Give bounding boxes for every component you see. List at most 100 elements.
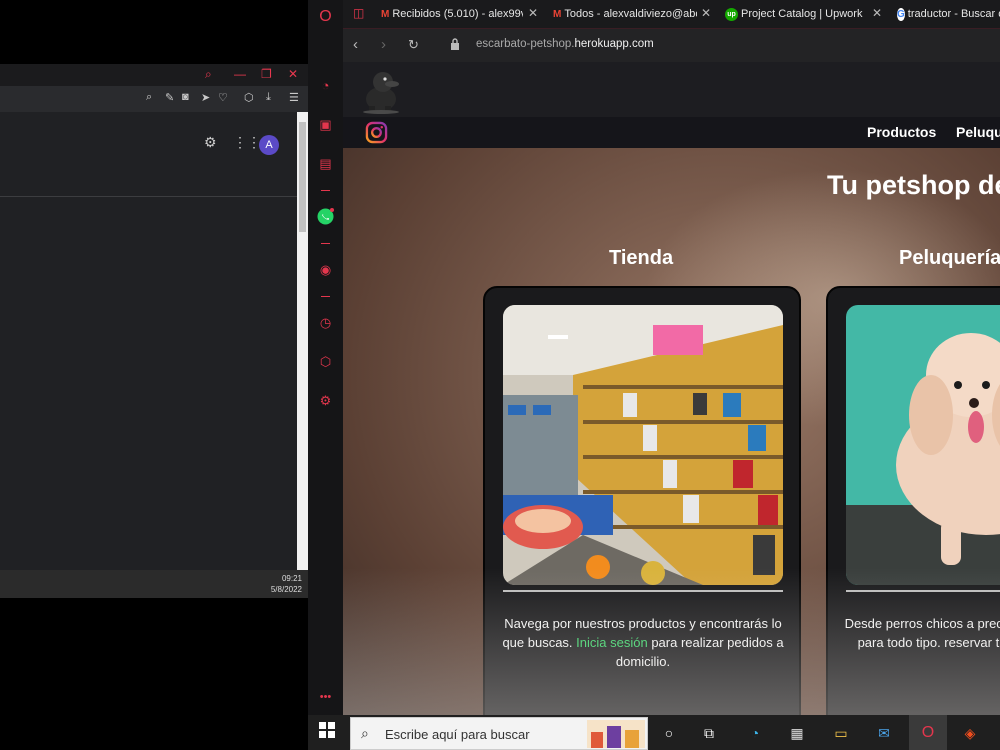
instagram-icon[interactable]: [365, 121, 388, 144]
tab-gmail-inbox[interactable]: M Recibidos (5.010) - alex99va: [381, 0, 523, 28]
back-icon[interactable]: ‹: [353, 36, 358, 53]
forward-icon[interactable]: ›: [381, 36, 386, 53]
task-view-icon[interactable]: ⧉: [698, 722, 720, 744]
tab-label: Recibidos (5.010) - alex99va: [392, 8, 523, 20]
grooming-card[interactable]: Desde perros chicos a precios para todo …: [826, 286, 1000, 715]
apps-grid-icon[interactable]: ⋮⋮: [233, 134, 261, 151]
tab-upwork[interactable]: up Project Catalog | Upwork: [725, 0, 865, 28]
background-window-content: ⚙ ⋮⋮: [0, 112, 297, 570]
shopping-bag-icon[interactable]: ▣: [317, 116, 334, 133]
history-clock-icon[interactable]: ◷: [317, 314, 334, 331]
tab-close-icon[interactable]: ✕: [701, 6, 711, 20]
card-divider: [846, 590, 1000, 592]
camera-icon[interactable]: ◙: [182, 91, 189, 103]
gmail-icon: M: [553, 8, 562, 20]
windows-taskbar: ⌕ Escribe aquí para buscar ○ ⧉ ◔ ▦ ▭ ✉ O…: [308, 715, 1000, 750]
more-dots-icon[interactable]: •••: [317, 689, 334, 706]
upwork-icon: up: [725, 7, 738, 21]
address-bar: ‹ › ↻ escarbato-petshop.herokuapp.com: [343, 28, 1000, 62]
close-icon[interactable]: ✕: [288, 67, 298, 81]
content-divider: [0, 196, 297, 197]
tab-google-search[interactable]: G traductor - Buscar c: [897, 0, 1000, 28]
site-nav: Productos Peluqu: [343, 117, 1000, 148]
hero-title: Tu petshop de: [827, 170, 1000, 200]
nav-link-products[interactable]: Productos: [867, 124, 936, 140]
login-link[interactable]: Inicia sesión: [576, 635, 648, 650]
card-divider: [503, 590, 783, 592]
store-text-before: Navega por nuestros productos y encontra…: [502, 616, 782, 650]
clock-time: 09:21: [281, 574, 302, 583]
opera-logo-icon[interactable]: O: [317, 8, 334, 25]
gamepad-icon[interactable]: ◫: [353, 6, 364, 20]
sidebar-separator: [321, 190, 330, 191]
speed-dial-icon[interactable]: ◔: [317, 77, 334, 94]
opera-taskbar-icon[interactable]: O: [909, 715, 947, 750]
store-description: Navega por nuestros productos y encontra…: [499, 614, 787, 671]
download-icon[interactable]: ⤓: [266, 91, 271, 104]
store-text-after: para realizar pedidos a domicilio.: [615, 635, 784, 669]
google-icon: G: [897, 7, 905, 21]
box-icon[interactable]: ⬡: [244, 91, 254, 104]
tab-gmail-all[interactable]: M Todos - alexvaldiviezo@abc: [553, 0, 697, 28]
url-field[interactable]: escarbato-petshop.herokuapp.com: [476, 38, 654, 50]
tab-close-icon[interactable]: ✕: [528, 6, 538, 20]
figma-icon[interactable]: ◈: [959, 722, 981, 744]
settings-gear-icon[interactable]: ⚙: [204, 134, 217, 151]
clock-date: 5/8/2022: [270, 585, 302, 594]
extensions-cube-icon[interactable]: ⬡: [317, 353, 334, 370]
tab-label: Project Catalog | Upwork: [741, 8, 863, 20]
reload-icon[interactable]: ↻: [408, 37, 419, 53]
tab-close-icon[interactable]: ✕: [872, 6, 882, 20]
store-card[interactable]: Navega por nuestros productos y encontra…: [483, 286, 801, 715]
player-icon[interactable]: ◉: [317, 261, 334, 278]
store-icon[interactable]: ▦: [786, 722, 808, 744]
background-window-titlebar: ⌕ — ❐ ✕: [0, 64, 308, 86]
mail-icon[interactable]: ✉: [873, 722, 895, 744]
tab-bar: ◫ M Recibidos (5.010) - alex99va ✕ M Tod…: [343, 0, 1000, 28]
menu-icon[interactable]: ☰: [289, 91, 299, 104]
search-highlight-image: [587, 720, 645, 748]
webpage-viewport: Productos Peluqu Tu petshop de Tienda Pe…: [343, 62, 1000, 715]
system-clock[interactable]: 09:21 5/8/2022: [271, 573, 302, 595]
section-title-grooming: Peluquería: [899, 247, 1000, 269]
background-window-toolbar: ⌕ ✎ ◙ ➤ ♡ ⬡ ⤓ ☰: [0, 86, 308, 112]
tab-label: traductor - Buscar c: [907, 8, 1000, 20]
gmail-icon: M: [381, 8, 390, 20]
zoom-icon[interactable]: ⌕: [146, 91, 152, 104]
minimize-icon[interactable]: —: [234, 67, 246, 81]
site-header: [343, 62, 1000, 117]
send-icon[interactable]: ➤: [201, 91, 210, 104]
grooming-description: Desde perros chicos a precios para todo …: [844, 616, 1000, 650]
site-logo-image[interactable]: [359, 66, 403, 114]
scrollbar-thumb[interactable]: [299, 122, 306, 232]
tab-label: Todos - alexvaldiviezo@abc: [564, 8, 697, 20]
edge-icon[interactable]: ◔: [744, 722, 766, 744]
grooming-photo: [846, 305, 1000, 585]
settings-gear-icon[interactable]: ⚙: [317, 392, 334, 409]
hero-section: Tu petshop de Tienda Peluquería Navega p…: [343, 148, 1000, 715]
url-prefix: escarbato-petshop.: [476, 38, 575, 50]
lock-icon: [451, 38, 459, 50]
file-explorer-icon[interactable]: ▭: [830, 722, 852, 744]
vertical-scrollbar[interactable]: [297, 112, 308, 570]
nav-link-grooming[interactable]: Peluqu: [956, 124, 1000, 140]
whatsapp-icon[interactable]: [317, 208, 334, 225]
screen: ⌕ — ❐ ✕ ⌕ ✎ ◙ ➤ ♡ ⬡ ⤓ ☰ ⚙ ⋮⋮ A 09:21 5/8…: [0, 0, 1000, 750]
background-browser-window[interactable]: ⌕ — ❐ ✕ ⌕ ✎ ◙ ➤ ♡ ⬡ ⤓ ☰ ⚙ ⋮⋮ A 09:21 5/8…: [0, 64, 308, 598]
taskbar-search-placeholder: Escribe aquí para buscar: [385, 727, 530, 742]
avatar[interactable]: A: [259, 135, 279, 155]
edit-icon[interactable]: ✎: [165, 91, 174, 104]
windows-start-icon[interactable]: [316, 722, 338, 744]
heart-icon[interactable]: ♡: [218, 91, 228, 104]
store-photo: [503, 305, 783, 585]
sidebar-separator: [321, 296, 330, 297]
cortana-icon[interactable]: ○: [658, 722, 680, 744]
taskbar-search-box[interactable]: ⌕ Escribe aquí para buscar: [350, 717, 648, 750]
search-icon: ⌕: [361, 725, 369, 741]
sidebar-separator: [321, 243, 330, 244]
restore-icon[interactable]: ❐: [261, 67, 272, 81]
opera-sidebar: O ◔ ▣ ▤ ◉ ◷ ⬡ ⚙ •••: [308, 0, 343, 715]
background-taskbar-strip: 09:21 5/8/2022: [0, 570, 308, 598]
search-icon[interactable]: ⌕: [205, 67, 212, 82]
twitch-icon[interactable]: ▤: [317, 155, 334, 172]
